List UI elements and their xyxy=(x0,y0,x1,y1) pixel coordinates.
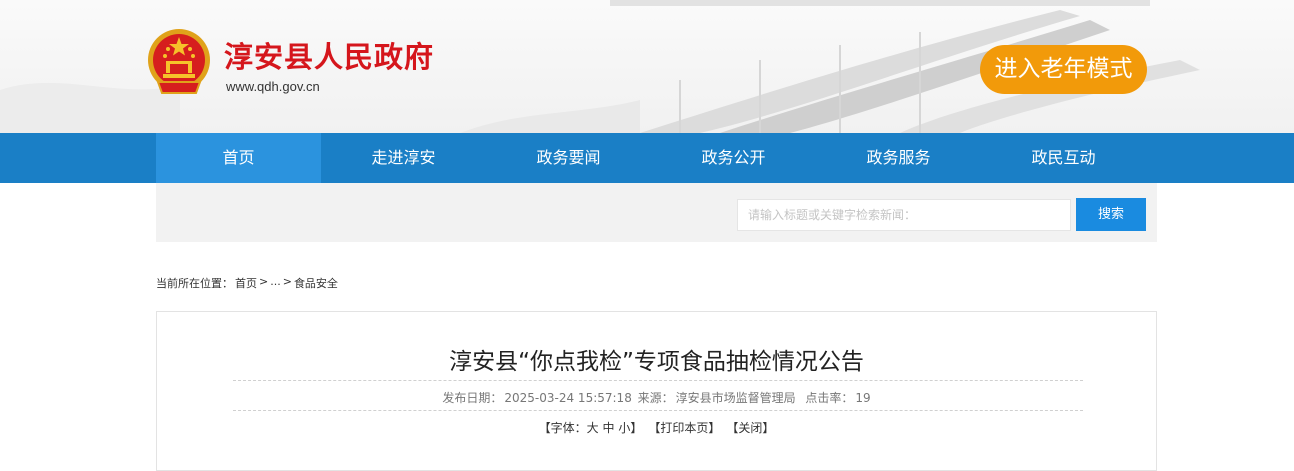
hit-count: 19 xyxy=(855,391,871,405)
font-size-close-bracket: 】 xyxy=(630,421,643,435)
search-input[interactable] xyxy=(737,199,1071,231)
date-label: 发布日期： xyxy=(442,391,503,405)
nav-item-home[interactable]: 首页 xyxy=(156,133,321,183)
nav-item-disclosure[interactable]: 政务公开 xyxy=(651,133,816,183)
breadcrumb-current-link[interactable]: 食品安全 xyxy=(294,275,338,291)
national-emblem-icon xyxy=(148,29,210,94)
hits-label: 点击率： xyxy=(805,391,854,405)
site-url: www.qdh.gov.cn xyxy=(226,79,320,94)
breadcrumb-ellipsis-link[interactable]: ... xyxy=(270,275,281,291)
site-title: 淳安县人民政府 xyxy=(224,40,435,74)
article-tools: 【字体：大 中 小】 【打印本页】 【关闭】 xyxy=(157,419,1156,436)
breadcrumb-separator: > xyxy=(282,275,292,288)
search-bar: 搜索 xyxy=(156,183,1157,242)
close-page-button[interactable]: 【关闭】 xyxy=(726,421,774,435)
elder-mode-button[interactable]: 进入老年模式 xyxy=(980,45,1147,94)
title-divider xyxy=(233,380,1083,381)
breadcrumb-home-link[interactable]: 首页 xyxy=(235,275,257,291)
nav-item-services[interactable]: 政务服务 xyxy=(816,133,981,183)
breadcrumb-separator: > xyxy=(259,275,269,288)
font-large-button[interactable]: 大 xyxy=(587,421,599,435)
breadcrumb-prefix: 当前所在位置： xyxy=(156,277,233,290)
source-label: 来源： xyxy=(637,391,674,405)
meta-divider xyxy=(233,410,1083,411)
font-size-label: 【字体： xyxy=(538,421,587,435)
font-medium-button[interactable]: 中 xyxy=(602,421,614,435)
article-meta: 发布日期： 2025-03-24 15:57:18 来源： 淳安县市场监督管理局 点… xyxy=(157,389,1156,406)
article-panel: 淳安县“你点我检”专项食品抽检情况公告 发布日期： 2025-03-24 15:5… xyxy=(156,311,1157,471)
publish-date: 2025-03-24 15:57:18 xyxy=(504,391,632,405)
main-nav: 首页 走进淳安 政务要闻 政务公开 政务服务 政民互动 xyxy=(0,133,1294,183)
breadcrumb: 当前所在位置： 首页 > ... > 食品安全 xyxy=(156,275,338,291)
nav-item-interaction[interactable]: 政民互动 xyxy=(981,133,1146,183)
article-title: 淳安县“你点我检”专项食品抽检情况公告 xyxy=(449,349,864,375)
search-button[interactable]: 搜索 xyxy=(1076,198,1146,231)
nav-item-news[interactable]: 政务要闻 xyxy=(486,133,651,183)
site-header: 淳安县人民政府 www.qdh.gov.cn 进入老年模式 xyxy=(0,0,1294,133)
article-source: 淳安县市场监督管理局 xyxy=(675,391,796,405)
nav-item-about[interactable]: 走进淳安 xyxy=(321,133,486,183)
font-small-button[interactable]: 小 xyxy=(618,421,630,435)
print-page-button[interactable]: 【打印本页】 xyxy=(648,421,720,435)
